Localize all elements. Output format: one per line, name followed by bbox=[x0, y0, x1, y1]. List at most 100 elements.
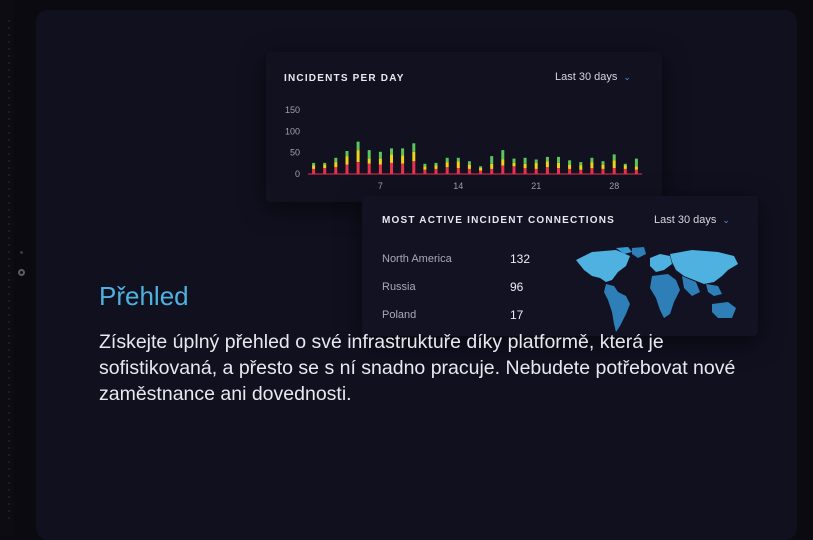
connections-range-label: Last 30 days bbox=[654, 214, 717, 226]
chart-bar-segment bbox=[490, 156, 494, 164]
chart-bar-segment bbox=[512, 162, 516, 167]
connections-card-title: MOST ACTIVE INCIDENT CONNECTIONS bbox=[382, 215, 616, 226]
chart-bar-segment bbox=[523, 168, 527, 174]
chart-bar-segment bbox=[634, 158, 638, 167]
rail-indicator-small bbox=[20, 251, 23, 254]
chart-bar-segment bbox=[467, 161, 471, 165]
connections-range-dropdown[interactable]: Last 30 days ⌄ bbox=[654, 214, 730, 226]
chart-bar-segment bbox=[557, 168, 560, 174]
chart-bar-segment bbox=[434, 165, 438, 169]
chart-bar-segment bbox=[345, 156, 349, 165]
chart-bar-segment bbox=[423, 169, 427, 174]
chart-bar-segment bbox=[401, 163, 405, 174]
x-tick-label: 7 bbox=[378, 181, 383, 191]
chart-bar-segment bbox=[545, 161, 549, 168]
chart-bar-segment bbox=[623, 165, 627, 169]
chart-bar-segment bbox=[590, 157, 594, 163]
chart-bar-segment bbox=[612, 154, 616, 161]
chart-bar-segment bbox=[312, 168, 316, 174]
chart-bar-segment bbox=[479, 166, 483, 168]
chart-bar-segment bbox=[323, 164, 327, 168]
chart-bar-segment bbox=[623, 168, 627, 174]
chart-bar-segment bbox=[434, 162, 438, 166]
connection-name: North America bbox=[382, 253, 452, 265]
chart-bar-segment bbox=[323, 168, 327, 174]
chart-bar-segment bbox=[523, 163, 527, 169]
connection-name: Russia bbox=[382, 281, 416, 293]
connection-name: Poland bbox=[382, 309, 417, 321]
chart-bar-segment bbox=[601, 164, 605, 169]
chart-bar-segment bbox=[523, 157, 527, 164]
left-rail bbox=[0, 0, 14, 536]
chart-bar-segment bbox=[512, 166, 516, 174]
chart-bar-segment bbox=[334, 162, 338, 168]
chart-bar-segment bbox=[356, 162, 360, 174]
chart-bar-segment bbox=[423, 163, 427, 167]
chart-bar-segment bbox=[367, 158, 371, 164]
chart-bar-segment bbox=[634, 166, 638, 170]
chart-bar-segment bbox=[367, 163, 371, 174]
x-tick-label: 28 bbox=[609, 181, 619, 191]
chart-bar-segment bbox=[490, 168, 494, 174]
chart-bar-segment bbox=[501, 159, 505, 166]
chart-bar-segment bbox=[545, 156, 549, 162]
chart-bar-segment bbox=[434, 168, 438, 174]
rail-dots bbox=[8, 20, 10, 520]
y-tick-label: 150 bbox=[285, 105, 300, 115]
chart-bar-segment bbox=[456, 157, 460, 162]
chart-bar-segment bbox=[412, 143, 416, 152]
chart-bar-segment bbox=[390, 162, 393, 174]
chart-bar-segment bbox=[490, 163, 494, 169]
chart-bar-segment bbox=[345, 164, 349, 174]
chart-bar-segment bbox=[412, 161, 416, 174]
incidents-card: INCIDENTS PER DAY Last 30 days ⌄ 150 100 50… bbox=[266, 52, 662, 202]
chart-bar-segment bbox=[623, 163, 627, 166]
chart-bar-segment bbox=[590, 168, 594, 174]
connection-count: 17 bbox=[510, 308, 524, 322]
chart-bar-segment bbox=[445, 167, 449, 174]
y-tick-label: 50 bbox=[290, 148, 300, 158]
chart-bar-segment bbox=[568, 160, 572, 165]
connection-count: 132 bbox=[510, 252, 531, 266]
chart-bar-segment bbox=[456, 161, 460, 168]
chart-bar-segment bbox=[601, 161, 605, 165]
chart-bar-segment bbox=[312, 165, 316, 169]
chart-bar-segment bbox=[312, 162, 316, 166]
chart-bar-segment bbox=[456, 168, 460, 174]
x-tick-label: 14 bbox=[453, 181, 463, 191]
chart-bar-segment bbox=[557, 162, 560, 168]
world-map-icon bbox=[576, 247, 738, 332]
chart-bar-segment bbox=[479, 170, 483, 174]
chart-bar-segment bbox=[501, 150, 505, 160]
chart-bar-segment bbox=[378, 158, 382, 165]
chart-bar-segment bbox=[390, 154, 393, 163]
chart-bar-segment bbox=[401, 148, 405, 156]
chart-bar-segment bbox=[401, 155, 405, 164]
chart-bar-segment bbox=[501, 165, 505, 174]
section-description: Získejte úplný přehled o své infrastrukt… bbox=[99, 331, 736, 405]
chart-bar-segment bbox=[568, 168, 572, 174]
chart-bar-segment bbox=[467, 164, 471, 169]
rail-indicator-active[interactable] bbox=[18, 269, 25, 276]
chart-bar-segment bbox=[378, 164, 382, 174]
chart-bar-segment bbox=[423, 166, 427, 170]
chart-bar-segment bbox=[356, 150, 360, 162]
y-tick-label: 0 bbox=[295, 169, 300, 179]
chart-bar-segment bbox=[445, 157, 449, 163]
chart-bar-segment bbox=[579, 169, 583, 174]
chart-bar-segment bbox=[590, 162, 594, 169]
chart-bar-segment bbox=[579, 165, 583, 170]
chart-bar-segment bbox=[601, 168, 605, 174]
chart-bar-segment bbox=[612, 160, 616, 168]
chart-bar-segment bbox=[568, 164, 572, 169]
chart-bar-segment bbox=[534, 162, 538, 169]
incidents-bar-chart: 150 100 50 0 7 14 21 28 bbox=[285, 105, 642, 191]
chart-bar-segment bbox=[534, 159, 538, 163]
chart-bar-segment bbox=[412, 151, 416, 162]
chart-bar-segment bbox=[378, 151, 382, 159]
chart-bar-segment bbox=[356, 141, 360, 151]
chart-bar-segment bbox=[334, 167, 338, 174]
chart-bar-segment bbox=[634, 169, 638, 174]
chart-bar-segment bbox=[323, 162, 327, 165]
y-tick-label: 100 bbox=[285, 126, 300, 136]
